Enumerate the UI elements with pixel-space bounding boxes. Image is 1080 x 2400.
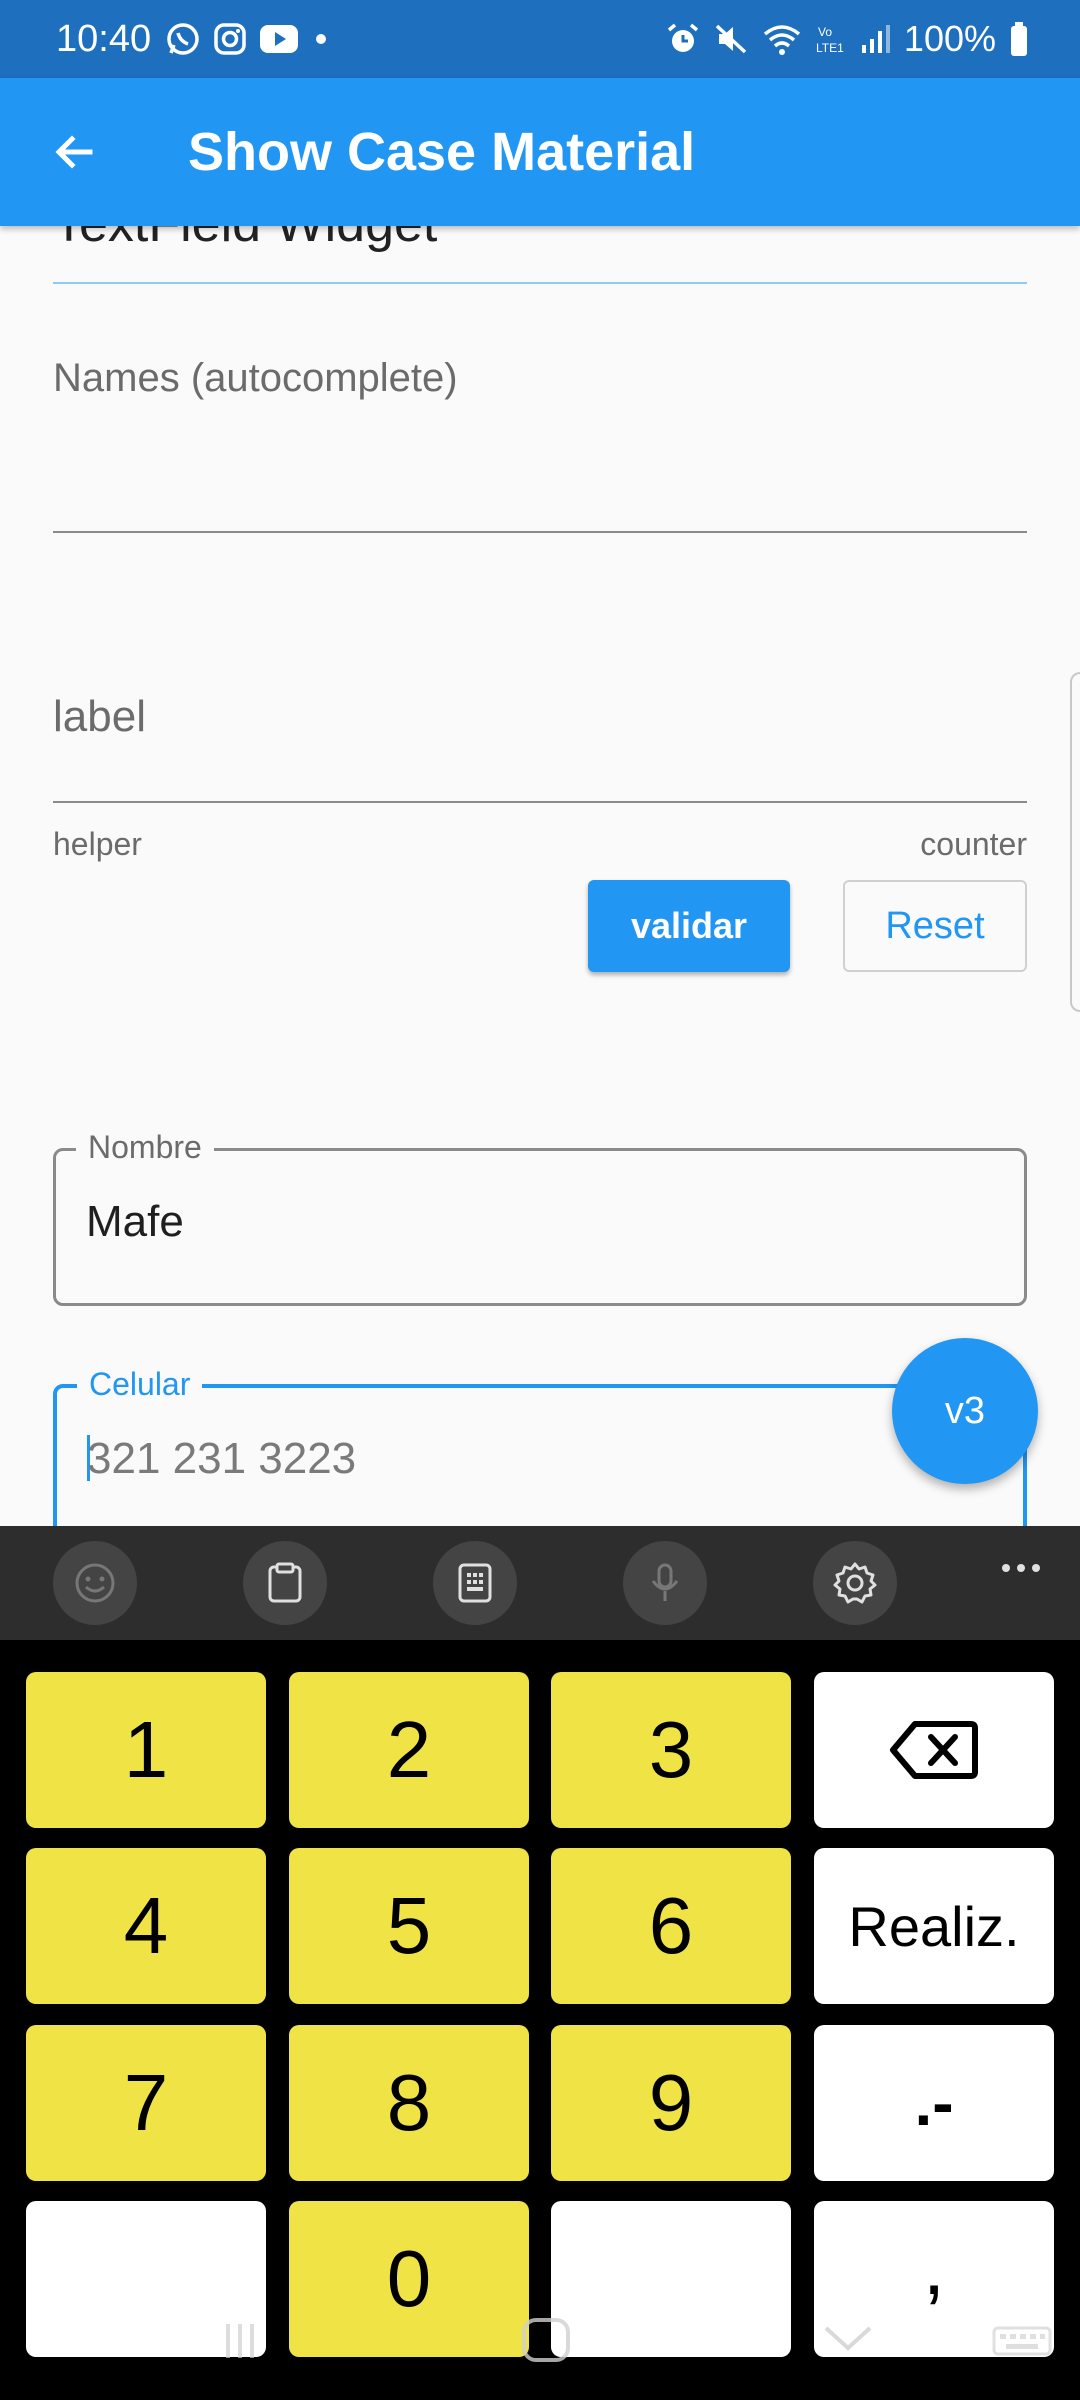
keyboard-settings-button[interactable] — [813, 1541, 897, 1625]
key-2-label: 2 — [386, 1705, 432, 1794]
nombre-field[interactable]: Nombre Mafe — [53, 1129, 1027, 1306]
hide-keyboard-icon[interactable] — [820, 2318, 876, 2358]
keyboard-toolbar — [0, 1526, 1080, 1640]
label-field-input[interactable] — [53, 801, 1027, 803]
key-7[interactable]: 7 — [26, 2025, 266, 2181]
key-3[interactable]: 3 — [551, 1672, 791, 1828]
comma-key-label: , — [922, 2222, 946, 2311]
v3-fab[interactable]: v3 — [892, 1338, 1038, 1484]
arrow-back-icon — [55, 135, 93, 169]
voice-input-button[interactable] — [623, 1541, 707, 1625]
svg-text:LTE1: LTE1 — [816, 41, 844, 55]
emoji-button[interactable] — [53, 1541, 137, 1625]
svg-text:Vo: Vo — [818, 25, 832, 39]
key-2[interactable]: 2 — [289, 1672, 529, 1828]
done-key-label: Realiz. — [848, 1894, 1020, 1958]
key-1[interactable]: 1 — [26, 1672, 266, 1828]
keypad-button[interactable] — [433, 1541, 517, 1625]
notification-dot-icon — [311, 29, 331, 49]
key-9[interactable]: 9 — [551, 2025, 791, 2181]
nombre-field-value: Mafe — [86, 1197, 184, 1246]
nombre-field-label: Nombre — [76, 1129, 214, 1166]
wifi-icon — [762, 22, 802, 56]
key-6-label: 6 — [648, 1881, 694, 1970]
alarm-icon — [666, 22, 700, 56]
battery-icon — [1010, 21, 1028, 57]
key-6[interactable]: 6 — [551, 1848, 791, 2004]
reset-button[interactable]: Reset — [843, 880, 1027, 972]
key-4[interactable]: 4 — [26, 1848, 266, 2004]
key-1-label: 1 — [123, 1705, 169, 1794]
done-key[interactable]: Realiz. — [814, 1848, 1054, 2004]
backspace-icon — [890, 1721, 978, 1779]
key-5[interactable]: 5 — [289, 1848, 529, 2004]
clipboard-button[interactable] — [243, 1541, 327, 1625]
key-7-label: 7 — [123, 2058, 169, 2147]
dot-minus-key-label: .- — [914, 2067, 954, 2139]
celular-field[interactable]: Celular 321 231 3223 — [53, 1366, 1027, 1526]
numeric-keyboard: 1 2 3 4 5 6 Realiz. 7 8 9 .- 0 , — [0, 1640, 1080, 2400]
volte-icon: Vo LTE1 — [816, 22, 846, 56]
back-button[interactable] — [32, 110, 116, 194]
key-0-label: 0 — [386, 2234, 432, 2323]
section-divider — [53, 282, 1027, 284]
key-5-label: 5 — [386, 1881, 432, 1970]
whatsapp-icon — [165, 21, 201, 57]
more-options-icon[interactable] — [1002, 1564, 1040, 1572]
names-autocomplete-label: Names (autocomplete) — [53, 356, 458, 400]
blank-key-right[interactable] — [551, 2201, 791, 2357]
backspace-key[interactable] — [814, 1672, 1054, 1828]
celular-field-label: Celular — [77, 1366, 203, 1403]
key-8-label: 8 — [386, 2058, 432, 2147]
signal-icon — [860, 23, 890, 55]
keyboard-switch-icon[interactable] — [992, 2326, 1052, 2356]
celular-hint-text: 321 231 3223 — [87, 1434, 357, 1483]
key-9-label: 9 — [648, 2058, 694, 2147]
clipboard-icon — [268, 1562, 302, 1603]
app-bar: Show Case Material — [0, 78, 1080, 226]
microphone-icon — [651, 1563, 679, 1601]
keypad-icon — [458, 1563, 492, 1603]
page-title: Show Case Material — [188, 122, 696, 182]
section-title: TextField Widget — [53, 226, 437, 254]
label-field-label: label — [53, 692, 146, 741]
dot-minus-key[interactable]: .- — [814, 2025, 1054, 2181]
names-autocomplete-input[interactable] — [53, 531, 1027, 533]
helper-text: helper — [53, 826, 142, 862]
instagram-icon — [213, 22, 247, 56]
key-8[interactable]: 8 — [289, 2025, 529, 2181]
key-3-label: 3 — [648, 1705, 694, 1794]
home-icon[interactable] — [516, 2314, 576, 2366]
status-bar: 10:40 Vo LTE1 100% — [0, 0, 1080, 78]
key-0[interactable]: 0 — [289, 2201, 529, 2357]
emoji-icon — [75, 1563, 115, 1603]
youtube-icon — [259, 24, 299, 54]
gear-icon — [833, 1562, 877, 1604]
celular-field-hint: 321 231 3223 — [87, 1434, 356, 1484]
mute-icon — [714, 22, 748, 56]
counter-text: counter — [920, 826, 1027, 862]
validar-button[interactable]: validar — [588, 880, 790, 972]
key-4-label: 4 — [123, 1881, 169, 1970]
scroll-edge-indicator — [1070, 672, 1080, 1012]
status-time: 10:40 — [56, 17, 152, 60]
recent-apps-icon[interactable] — [218, 2318, 266, 2366]
battery-text: 100% — [903, 18, 996, 59]
form-content[interactable]: TextField Widget Names (autocomplete) la… — [0, 226, 1080, 1526]
